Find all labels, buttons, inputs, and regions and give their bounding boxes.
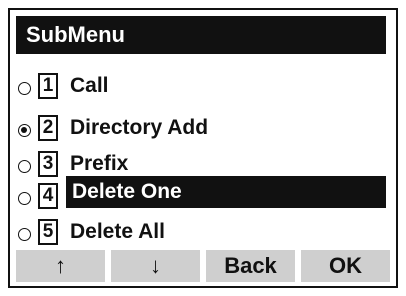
- menu-item-label: Directory Add: [70, 116, 209, 139]
- menu-item-prefix[interactable]: 3 Prefix: [10, 148, 396, 178]
- menu-item-label: Call: [70, 74, 109, 97]
- up-arrow-softkey[interactable]: ↑: [16, 250, 105, 282]
- menu-item-label: Prefix: [70, 152, 129, 175]
- softkey-bar: ↑ ↓ Back OK: [16, 250, 390, 282]
- item-number-box: 2: [38, 115, 58, 141]
- radio-button[interactable]: [18, 82, 31, 95]
- radio-button[interactable]: [18, 192, 31, 205]
- menu-item-call[interactable]: 1 Call: [10, 70, 396, 100]
- menu-item-delete-one[interactable]: 4 Delete One: [10, 176, 396, 209]
- back-softkey[interactable]: Back: [206, 250, 295, 282]
- menu-item-label: Delete One: [72, 180, 182, 203]
- item-number-box: 5: [38, 219, 58, 245]
- phone-display: SubMenu 1 Call 2 Directory Add 3 Prefix …: [8, 8, 398, 288]
- menu-item-label: Delete All: [70, 220, 165, 243]
- item-number-box: 4: [38, 183, 58, 209]
- radio-button[interactable]: [18, 124, 31, 137]
- item-number-box: 3: [38, 151, 58, 177]
- submenu-title: SubMenu: [16, 16, 386, 54]
- menu-item-directory-add[interactable]: 2 Directory Add: [10, 112, 396, 142]
- item-number-box: 1: [38, 73, 58, 99]
- radio-button[interactable]: [18, 160, 31, 173]
- ok-softkey[interactable]: OK: [301, 250, 390, 282]
- down-arrow-softkey[interactable]: ↓: [111, 250, 200, 282]
- radio-button[interactable]: [18, 228, 31, 241]
- menu-item-delete-all[interactable]: 5 Delete All: [10, 216, 396, 246]
